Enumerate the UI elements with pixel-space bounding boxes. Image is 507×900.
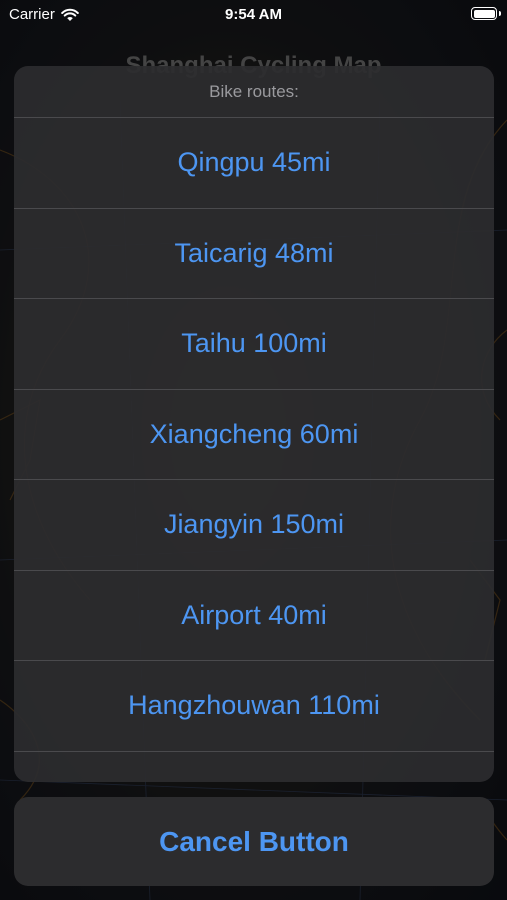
route-option-qingpu[interactable]: Qingpu 45mi [14,118,494,209]
status-bar: Carrier 9:54 AM [0,0,507,30]
status-time: 9:54 AM [225,6,282,23]
route-option-hangzhouwan[interactable]: Hangzhouwan 110mi [14,661,494,752]
bike-routes-action-sheet: Bike routes: Qingpu 45mi Taicarig 48mi T… [14,66,494,782]
route-option-taihu[interactable]: Taihu 100mi [14,299,494,390]
cancel-button[interactable]: Cancel Button [14,797,494,886]
app-screen: Shanghai Cycling Map Carrier 9:54 AM Bik… [0,0,507,900]
route-option-taicarig[interactable]: Taicarig 48mi [14,209,494,299]
route-option-xiangcheng[interactable]: Xiangcheng 60mi [14,390,494,480]
route-option-airport[interactable]: Airport 40mi [14,571,494,661]
route-option-jiangyin[interactable]: Jiangyin 150mi [14,480,494,571]
action-sheet-title: Bike routes: [14,66,494,118]
battery-icon [471,7,501,20]
